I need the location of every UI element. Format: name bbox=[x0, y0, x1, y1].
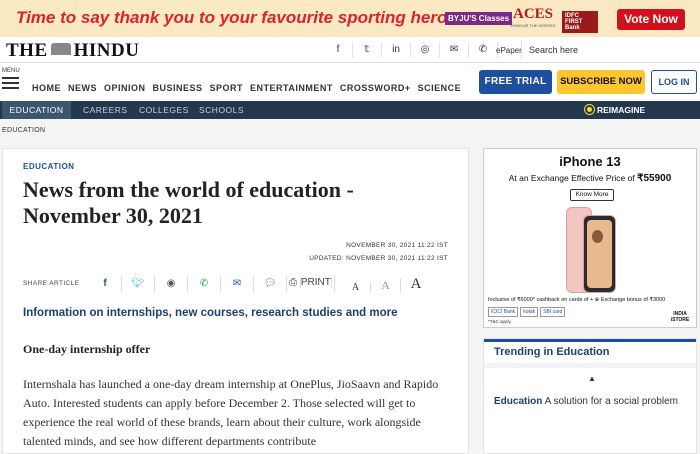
trending-item-text: A solution for a social problem bbox=[544, 396, 678, 407]
print-icon: ⎙ bbox=[289, 277, 301, 288]
published-date: NOVEMBER 30, 2021 11:22 IST bbox=[346, 242, 448, 249]
nav-opinion[interactable]: OPINION bbox=[104, 83, 146, 93]
nav-crossword[interactable]: CROSSWORD+ bbox=[340, 83, 411, 93]
share-reddit-icon[interactable]: ◉ bbox=[155, 275, 188, 292]
vote-now-button[interactable]: Vote Now bbox=[617, 9, 685, 30]
font-size-small[interactable]: A bbox=[341, 282, 371, 293]
subnav-colleges[interactable]: COLLEGES bbox=[139, 101, 189, 119]
ad-model: iPhone 13 bbox=[484, 154, 696, 169]
subnav-schools[interactable]: SCHOOLS bbox=[199, 101, 244, 119]
subnav-education[interactable]: EDUCATION bbox=[2, 101, 71, 119]
share-facebook-icon[interactable]: f bbox=[89, 275, 122, 292]
trending-accent bbox=[484, 339, 696, 342]
nav-sport[interactable]: SPORT bbox=[210, 83, 244, 93]
menu-label: MENU bbox=[2, 68, 20, 74]
istore-logo: INDIA iSTORE bbox=[670, 311, 690, 323]
reimagine-link[interactable]: REIMAGINE bbox=[584, 101, 646, 119]
reimagine-icon bbox=[584, 104, 595, 115]
hamburger-icon-bar bbox=[2, 82, 19, 84]
comment-icon[interactable]: 💬︎ bbox=[254, 275, 287, 292]
idfc-logo: IDFC FIRST Bank bbox=[562, 11, 598, 33]
subnav-careers[interactable]: CAREERS bbox=[83, 101, 128, 119]
instagram-icon[interactable]: ◎ bbox=[411, 42, 440, 58]
breadcrumb[interactable]: EDUCATION bbox=[2, 127, 45, 134]
know-more-button[interactable]: Know More bbox=[570, 189, 614, 201]
emblem-icon bbox=[50, 43, 71, 55]
epaper-link[interactable]: ePaper bbox=[496, 46, 522, 55]
social-links: f 𝕥 in ◎ ✉ ✆ bbox=[324, 42, 498, 58]
trending-title: Trending in Education bbox=[494, 346, 610, 358]
login-button[interactable]: LOG IN bbox=[651, 70, 697, 94]
ad-tc: *T&C apply. bbox=[488, 319, 512, 324]
reimagine-label: REIMAGINE bbox=[597, 105, 646, 115]
icici-logo: ICICI Bank bbox=[488, 307, 519, 317]
print-button[interactable]: ⎙ PRINT bbox=[287, 275, 335, 292]
iphone-ad[interactable]: iPhone 13 At an Exchange Effective Price… bbox=[483, 148, 697, 328]
print-label: PRINT bbox=[300, 277, 332, 288]
share-bar: f 🐦︎ ◉ ✆ ✉ 💬︎ ⎙ PRINT bbox=[89, 275, 335, 292]
ad-offer-price: ₹55900 bbox=[637, 173, 672, 184]
phone-front-image bbox=[583, 215, 616, 293]
aces-logo: ACES bbox=[513, 6, 554, 22]
hamburger-icon bbox=[2, 77, 19, 79]
article-body: Internshala has launched a one-day dream… bbox=[23, 377, 439, 448]
trending-panel: Trending in Education ▲ Education A solu… bbox=[483, 338, 697, 454]
menu-button[interactable]: MENU bbox=[2, 68, 24, 89]
article-card: EDUCATION News from the world of educati… bbox=[2, 148, 469, 454]
trending-divider bbox=[484, 363, 696, 368]
share-mail-icon[interactable]: ✉ bbox=[221, 275, 254, 292]
ad-offer: At an Exchange Effective Price of ₹55900 bbox=[484, 173, 696, 184]
bank-logos: ICICI Bank kotak SBI card bbox=[488, 307, 567, 317]
nav-science[interactable]: SCIENCE bbox=[418, 83, 462, 93]
font-size-large[interactable]: A bbox=[401, 276, 431, 293]
nav-entertainment[interactable]: ENTERTAINMENT bbox=[250, 83, 333, 93]
kotak-logo: kotak bbox=[520, 307, 539, 317]
linkedin-icon[interactable]: in bbox=[382, 42, 411, 58]
hamburger-icon-bar bbox=[2, 87, 19, 89]
twitter-icon[interactable]: 𝕥 bbox=[353, 42, 382, 58]
subscribe-button[interactable]: SUBSCRIBE NOW bbox=[557, 70, 645, 94]
section-subnav: EDUCATION CAREERS COLLEGES SCHOOLS REIMA… bbox=[0, 101, 700, 119]
site-header: THE HINDU f 𝕥 in ◎ ✉ ✆ ePaper bbox=[0, 37, 700, 63]
share-twitter-icon[interactable]: 🐦︎ bbox=[122, 275, 155, 292]
facebook-icon[interactable]: f bbox=[324, 42, 353, 58]
nav-news[interactable]: NEWS bbox=[68, 83, 97, 93]
mail-icon[interactable]: ✉ bbox=[440, 42, 469, 58]
article-kicker[interactable]: EDUCATION bbox=[23, 162, 74, 171]
logo-word-hindu: HINDU bbox=[73, 40, 140, 61]
article-lede: Information on internships, new courses,… bbox=[23, 307, 398, 319]
top-ad-banner[interactable]: Time to say thank you to your favourite … bbox=[0, 0, 700, 37]
updated-date: UPDATED: NOVEMBER 30, 2021 11:22 IST bbox=[309, 255, 448, 262]
ad-fine-print: Inclusive of ₹6000* cashback on cards of… bbox=[488, 297, 666, 303]
trending-item-tag: Education bbox=[494, 396, 543, 407]
share-whatsapp-icon[interactable]: ✆ bbox=[188, 275, 221, 292]
search-input[interactable] bbox=[521, 41, 700, 59]
font-size-medium[interactable]: A bbox=[371, 278, 401, 293]
nav-links: HOME NEWS OPINION BUSINESS SPORT ENTERTA… bbox=[32, 83, 468, 93]
article-headline: News from the world of education - Novem… bbox=[23, 177, 354, 228]
sbi-logo: SBI card bbox=[540, 307, 566, 317]
font-size-controls: A A A bbox=[341, 276, 431, 293]
nav-business[interactable]: BUSINESS bbox=[153, 83, 203, 93]
aces-subtitle: HONOUR THE HEROES bbox=[510, 23, 556, 28]
ad-offer-text: At an Exchange Effective Price of bbox=[508, 173, 635, 183]
article-subhead: One-day internship offer bbox=[23, 342, 151, 356]
ad-model-text: iPhone 13 bbox=[559, 154, 621, 169]
ad-slogan: Time to say thank you to your favourite … bbox=[16, 8, 471, 27]
free-trial-button[interactable]: FREE TRIAL bbox=[479, 70, 552, 94]
site-logo[interactable]: THE HINDU bbox=[6, 40, 139, 62]
phone-icon[interactable]: ✆ bbox=[469, 42, 498, 58]
share-label: SHARE ARTICLE bbox=[23, 280, 80, 287]
logo-word-the: THE bbox=[6, 40, 48, 61]
nav-home[interactable]: HOME bbox=[32, 83, 61, 93]
scroll-up-icon[interactable]: ▲ bbox=[588, 374, 596, 383]
trending-item[interactable]: Education A solution for a social proble… bbox=[494, 395, 684, 408]
byjus-logo: BYJU'S Classes bbox=[445, 12, 513, 25]
